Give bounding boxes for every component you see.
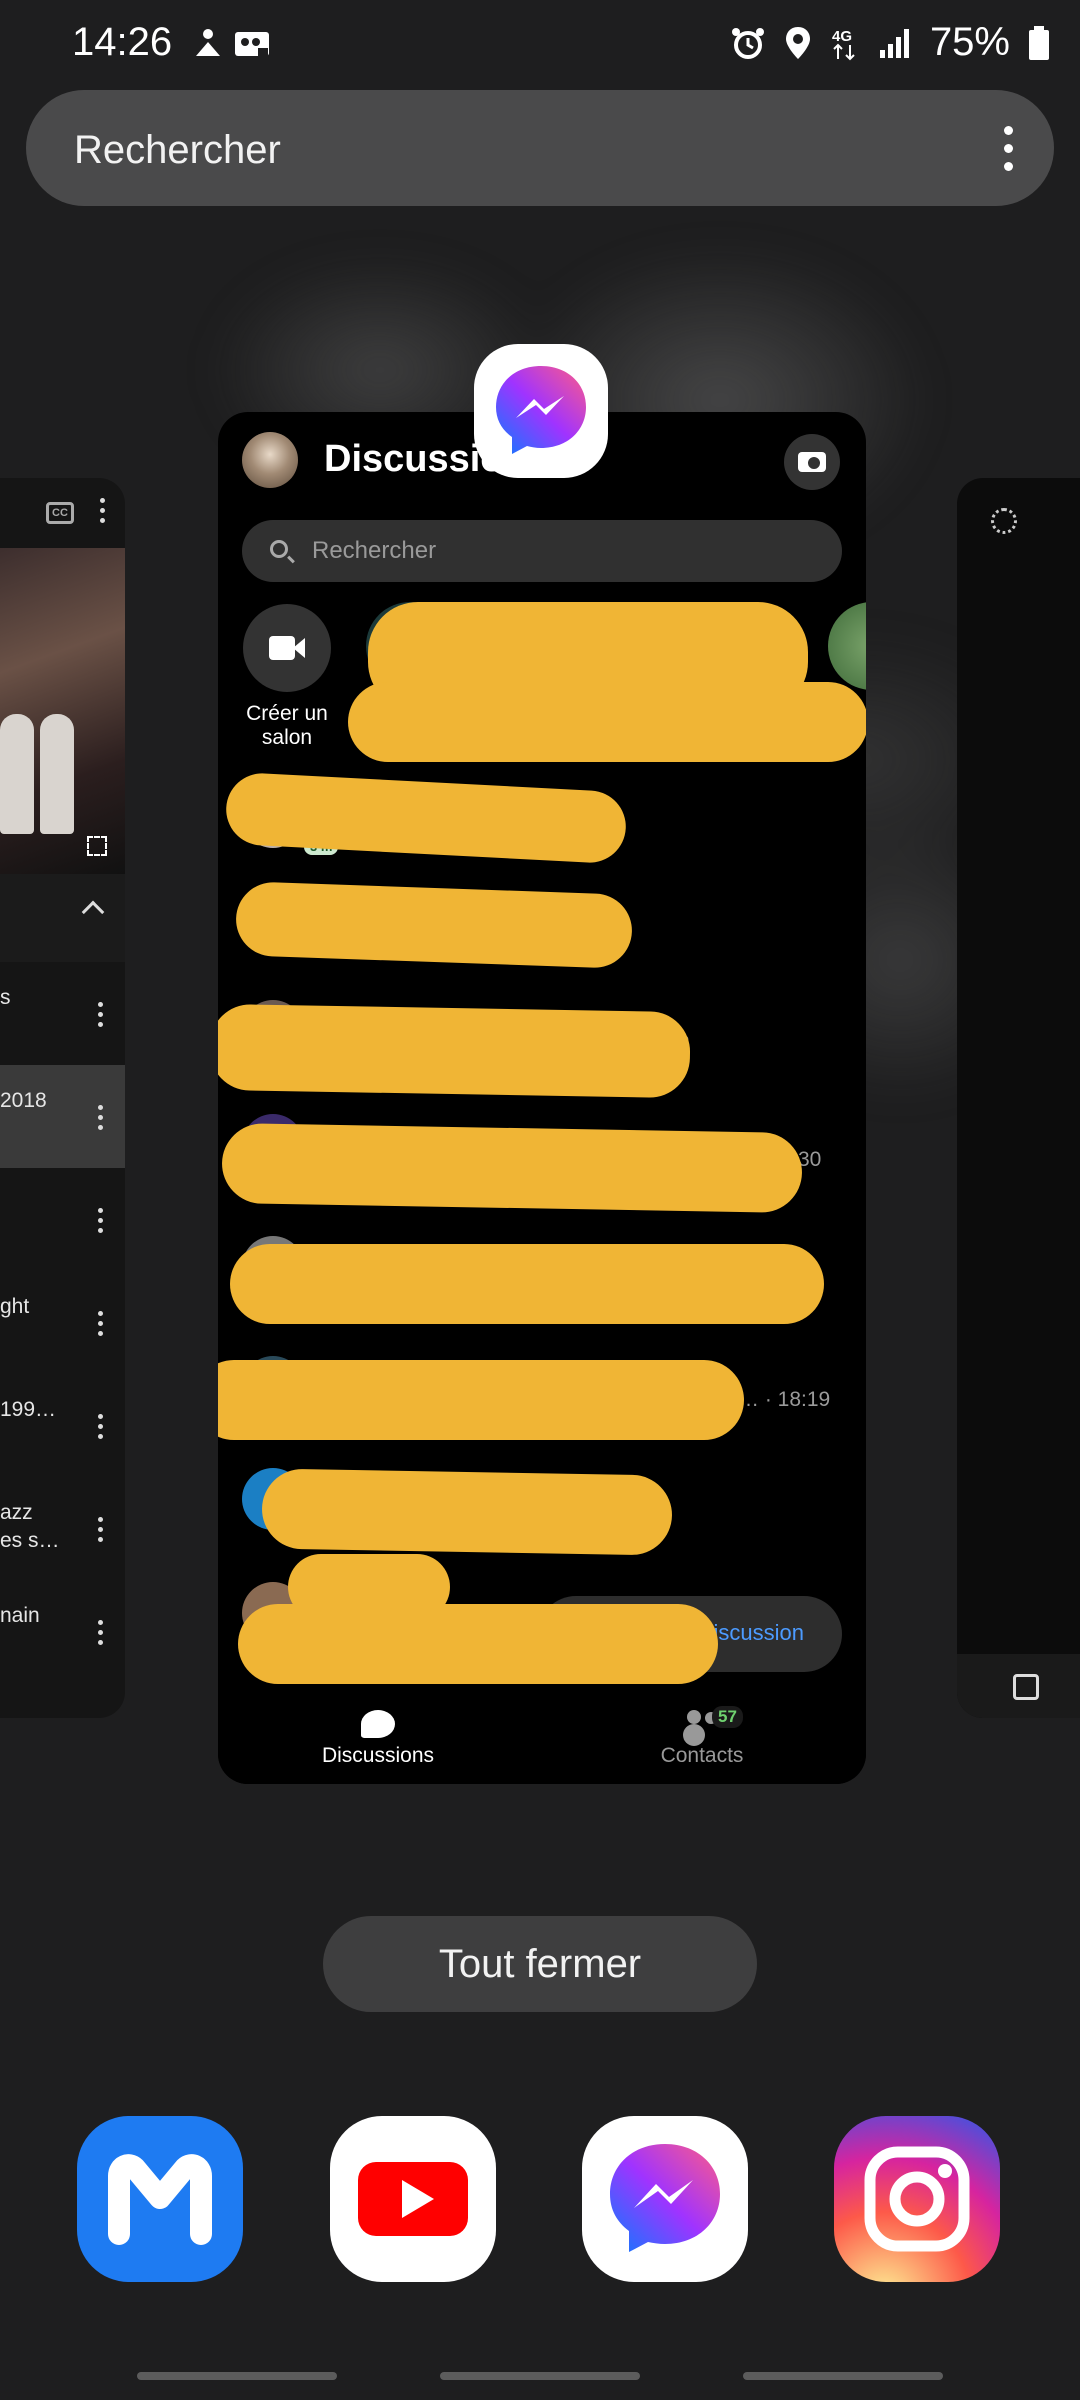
profile-avatar[interactable] (242, 432, 298, 488)
list-item[interactable]: 199… (0, 1374, 125, 1477)
voicemail-icon (235, 32, 269, 56)
list-item[interactable]: 2018 (0, 1065, 125, 1168)
video-camera-plus-icon (243, 604, 331, 692)
tab-contacts-label: Contacts (660, 1744, 744, 1767)
location-icon (785, 26, 810, 59)
recent-app-card-right[interactable] (957, 478, 1080, 1718)
instagram-camera-icon (864, 2146, 970, 2252)
redaction-mark (261, 1468, 673, 1556)
right-card-toolbar (957, 1654, 1080, 1718)
messenger-search-input[interactable]: Rechercher (242, 520, 842, 582)
bixby-routine-icon (196, 29, 220, 56)
redaction-mark (230, 1244, 824, 1324)
close-all-label: Tout fermer (438, 1942, 642, 1986)
svg-text:4G: 4G (832, 28, 852, 45)
status-bar: 14:26 4G 75% (0, 0, 1080, 90)
recents-search-bar[interactable]: Rechercher (26, 90, 1054, 206)
battery-icon (1029, 25, 1049, 60)
item-more-icon[interactable] (98, 1311, 103, 1341)
item-more-icon[interactable] (98, 1105, 103, 1135)
alarm-icon (731, 27, 764, 59)
redaction-mark (218, 1360, 744, 1440)
list-item[interactable] (0, 1683, 125, 1718)
story-avatar[interactable] (828, 602, 866, 690)
list-item[interactable]: s (0, 962, 125, 1065)
chevron-up-icon[interactable] (81, 900, 105, 924)
fullscreen-icon[interactable] (87, 836, 107, 856)
camera-icon[interactable] (784, 434, 840, 490)
tab-discussions-label: Discussions (321, 1744, 435, 1767)
samsung-members-app-icon[interactable] (77, 2116, 243, 2282)
rotate-icon[interactable] (1013, 1674, 1039, 1700)
recent-app-card-messenger[interactable]: Discussions Rechercher Créer un salon 3 … (218, 412, 866, 1784)
messenger-dock-icon[interactable] (582, 2116, 748, 2282)
signal-icon (879, 28, 909, 58)
list-item[interactable]: nain (0, 1580, 125, 1683)
nav-back-button[interactable] (743, 2372, 943, 2380)
contacts-count-badge: 57 (712, 1706, 743, 1728)
left-card-more-icon[interactable] (100, 498, 105, 528)
item-more-icon[interactable] (98, 1517, 103, 1547)
redaction-mark (234, 881, 634, 969)
video-thumbnail (0, 548, 125, 874)
messenger-app-icon[interactable] (474, 344, 608, 478)
redaction-mark (221, 1122, 803, 1214)
youtube-play-icon (358, 2162, 468, 2236)
captions-icon[interactable]: CC (46, 502, 74, 524)
tab-discussions[interactable]: Discussions (308, 1710, 448, 1768)
create-room-button[interactable]: Créer un salon (232, 604, 342, 750)
m-letter-icon (108, 2154, 212, 2245)
list-item[interactable] (0, 1168, 125, 1271)
status-right: 4G 75% (730, 20, 1050, 65)
recents-search-placeholder: Rechercher (74, 128, 281, 172)
item-more-icon[interactable] (98, 1414, 103, 1444)
messenger-logo-icon (610, 2144, 720, 2252)
battery-percent: 75% (929, 20, 1010, 64)
chat-timestamp: … · 18:19 (738, 1388, 831, 1411)
close-all-button[interactable]: Tout fermer (323, 1916, 757, 2012)
redaction-mark (218, 1003, 691, 1099)
search-icon (270, 540, 288, 558)
list-item[interactable]: azz es s… (0, 1477, 125, 1580)
loading-icon (991, 508, 1017, 534)
item-more-icon[interactable] (98, 1620, 103, 1650)
list-item[interactable]: ght (0, 1271, 125, 1374)
nav-recents-button[interactable] (137, 2372, 337, 2380)
left-card-header: CC (0, 478, 125, 548)
create-room-label: Créer un salon (246, 702, 328, 749)
youtube-app-icon[interactable] (330, 2116, 496, 2282)
chat-bubble-icon (361, 1710, 395, 1738)
network-4g-icon: 4G (832, 28, 855, 60)
tab-contacts[interactable]: 57 Contacts (642, 1706, 762, 1768)
redaction-mark (348, 682, 866, 762)
instagram-app-icon[interactable] (834, 2116, 1000, 2282)
recent-app-card-left[interactable]: CC s 2018 ght 199… azz es s… nain (0, 478, 125, 1718)
more-options-icon[interactable] (1002, 126, 1014, 172)
item-more-icon[interactable] (98, 1208, 103, 1238)
item-more-icon[interactable] (98, 1002, 103, 1032)
collapse-row[interactable] (0, 874, 125, 962)
messenger-search-placeholder: Rechercher (312, 537, 437, 564)
redaction-mark (238, 1604, 718, 1684)
nav-home-button[interactable] (440, 2372, 640, 2380)
messenger-logo-icon (496, 366, 586, 454)
status-time: 14:26 (72, 20, 173, 64)
messenger-tab-bar: Discussions 57 Contacts (218, 1700, 866, 1784)
